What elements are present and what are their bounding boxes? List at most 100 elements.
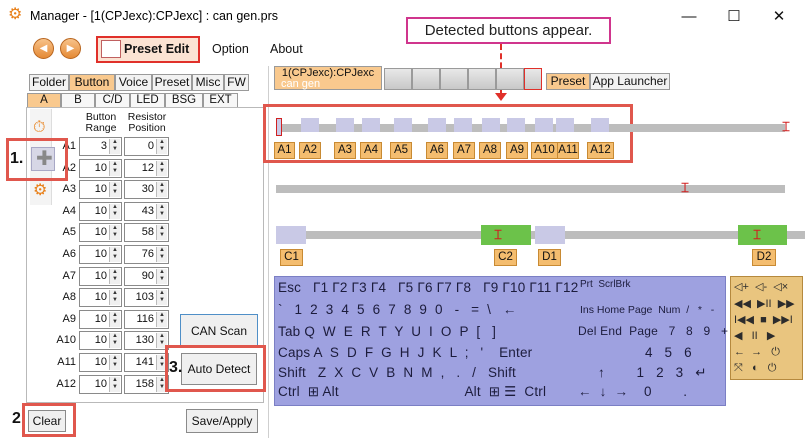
detected-label-a7[interactable]: A7: [453, 142, 475, 159]
subtab-cd[interactable]: C/D: [95, 93, 130, 108]
button-range-stepper[interactable]: 3 ▲ ▼: [79, 137, 122, 156]
detected-label-a5[interactable]: A5: [390, 142, 412, 159]
keyboard-row-bottom[interactable]: Ctrl ⊞ Alt Alt ⊞ ☰ Ctrl: [278, 384, 546, 400]
resistor-position-stepper[interactable]: 116 ▲ ▼: [124, 309, 169, 329]
button-range-stepper[interactable]: 10 ▲ ▼: [79, 331, 122, 351]
can-range-c2[interactable]: [481, 225, 531, 245]
detected-label-a4[interactable]: A4: [360, 142, 382, 159]
spin-arrows-icon[interactable]: ▲ ▼: [109, 139, 120, 154]
spin-arrows-icon[interactable]: ▲ ▼: [109, 355, 120, 370]
button-range-stepper[interactable]: 10 ▲ ▼: [79, 245, 122, 264]
media-row-volume[interactable]: ◁+ ◁- ◁×: [734, 280, 788, 293]
detected-mark-a4[interactable]: [362, 118, 380, 132]
spin-arrows-icon[interactable]: ▲ ▼: [109, 290, 120, 306]
close-button[interactable]: ✕: [764, 4, 794, 30]
tab-fw[interactable]: FW: [224, 74, 249, 91]
spin-arrows-icon[interactable]: ▲ ▼: [156, 247, 167, 262]
bar-b-marker[interactable]: ⌶: [680, 180, 690, 196]
keyboard-row-home-right[interactable]: 4 5 6: [645, 345, 692, 360]
resistor-position-stepper[interactable]: 58 ▲ ▼: [124, 223, 169, 243]
spin-arrows-icon[interactable]: ▲ ▼: [156, 268, 167, 284]
subtab-bsg[interactable]: BSG: [165, 93, 203, 108]
keyboard-row-qwerty-right[interactable]: Del End Page 7 8 9 +: [578, 324, 728, 338]
toolbar-btn-5[interactable]: [496, 68, 524, 90]
resistor-position-stepper[interactable]: 30 ▲ ▼: [124, 180, 169, 200]
save-apply-button[interactable]: Save/Apply: [186, 409, 258, 433]
media-row-seek[interactable]: ◀◀ ▶II ▶▶: [734, 297, 795, 310]
spin-arrows-icon[interactable]: ▲ ▼: [156, 311, 167, 327]
spin-arrows-icon[interactable]: ▲ ▼: [109, 268, 120, 284]
spin-arrows-icon[interactable]: ▲ ▼: [109, 333, 120, 349]
detected-mark-a10[interactable]: [535, 118, 553, 132]
subtab-a[interactable]: A: [27, 93, 61, 108]
tab-folder[interactable]: Folder: [29, 74, 69, 91]
spin-arrows-icon[interactable]: ▲ ▼: [156, 203, 167, 219]
detected-label-a10[interactable]: A10: [531, 142, 558, 159]
can-mark-c1[interactable]: [276, 226, 306, 244]
spin-arrows-icon[interactable]: ▲ ▼: [109, 225, 120, 241]
detected-mark-a12[interactable]: [591, 118, 609, 132]
button-range-stepper[interactable]: 10 ▲ ▼: [79, 288, 122, 308]
spin-arrows-icon[interactable]: ▲ ▼: [109, 247, 120, 262]
resistor-position-stepper[interactable]: 141 ▲ ▼: [124, 353, 169, 372]
toolbar-btn-4[interactable]: [468, 68, 496, 90]
tab-button[interactable]: Button: [69, 74, 115, 91]
tab-right-preset[interactable]: Preset: [546, 73, 590, 90]
label-c1[interactable]: C1: [280, 249, 303, 266]
minimize-button[interactable]: —: [674, 4, 704, 30]
button-range-stepper[interactable]: 10 ▲ ▼: [79, 223, 122, 243]
can-range-d2[interactable]: [738, 225, 787, 245]
detected-mark-a5[interactable]: [394, 118, 412, 132]
detected-mark-a8[interactable]: [482, 118, 500, 132]
keyboard-row-qwerty[interactable]: Tab Q W E R T Y U I O P [ ]: [278, 324, 496, 339]
c2-marker[interactable]: ⌶: [493, 227, 503, 243]
detected-mark-a7[interactable]: [454, 118, 472, 132]
menu-about[interactable]: About: [270, 42, 303, 56]
spin-arrows-icon[interactable]: ▲ ▼: [109, 376, 120, 392]
media-row-misc[interactable]: ⤧ ◐ ⏻: [734, 362, 776, 375]
keyboard-row-shift-right[interactable]: ↑ 1 2 3 ↵: [598, 365, 707, 381]
detected-label-a9[interactable]: A9: [506, 142, 528, 159]
tab-app-launcher[interactable]: App Launcher: [590, 73, 670, 90]
forward-button[interactable]: ▶: [60, 38, 81, 59]
detected-mark-a9[interactable]: [507, 118, 525, 132]
label-d2[interactable]: D2: [752, 249, 776, 266]
can-scan-button[interactable]: CAN Scan: [180, 314, 258, 348]
tab-voice[interactable]: Voice: [115, 74, 152, 91]
spin-arrows-icon[interactable]: ▲ ▼: [156, 160, 167, 176]
keyboard-row-number[interactable]: ` 1 2 3 4 5 6 7 8 9 0 - = \ ←: [278, 302, 517, 317]
button-range-stepper[interactable]: 10 ▲ ▼: [79, 180, 122, 200]
resistor-position-stepper[interactable]: 103 ▲ ▼: [124, 288, 169, 308]
spin-arrows-icon[interactable]: ▲ ▼: [109, 203, 120, 219]
spin-arrows-icon[interactable]: ▲ ▼: [109, 311, 120, 327]
detected-label-a3[interactable]: A3: [334, 142, 356, 159]
spin-arrows-icon[interactable]: ▲ ▼: [109, 160, 120, 176]
timer-gear-icon[interactable]: ⏱: [33, 119, 45, 137]
keyboard-row-number-right[interactable]: Ins Home Page Num / * -: [580, 305, 714, 316]
spin-arrows-icon[interactable]: ▲ ▼: [109, 182, 120, 198]
spin-arrows-icon[interactable]: ▲ ▼: [156, 139, 167, 154]
d2-marker[interactable]: ⌶: [752, 227, 762, 243]
toolbar-btn-6[interactable]: [524, 68, 542, 90]
keyboard-row-function[interactable]: Esc Γ1 Γ2 Γ3 Γ4 Γ5 Γ6 Γ7 Γ8 Γ9 Γ10 Γ11 Γ…: [278, 280, 578, 295]
detected-mark-a2[interactable]: [301, 118, 319, 132]
settings-gear-icon[interactable]: ⚙: [33, 180, 47, 200]
resistor-position-stepper[interactable]: 12 ▲ ▼: [124, 158, 169, 178]
resistor-position-stepper[interactable]: 130 ▲ ▼: [124, 331, 169, 351]
label-d1[interactable]: D1: [538, 249, 561, 266]
media-row-track[interactable]: I◀◀ ■ ▶▶I: [734, 313, 793, 326]
toolbar-btn-3[interactable]: [440, 68, 468, 90]
resistor-position-stepper[interactable]: 0 ▲ ▼: [124, 137, 169, 156]
spin-arrows-icon[interactable]: ▲ ▼: [156, 290, 167, 306]
media-row-nav[interactable]: ← → ⏻: [734, 346, 780, 359]
detected-label-a8[interactable]: A8: [479, 142, 501, 159]
tab-misc[interactable]: Misc: [192, 74, 224, 91]
subtab-led[interactable]: LED: [130, 93, 165, 108]
media-row-play[interactable]: ◀ II ▶: [734, 329, 775, 342]
keyboard-row-shift[interactable]: Shift Z X C V B N M , . / Shift: [278, 365, 516, 380]
detected-mark-a11[interactable]: [556, 118, 574, 132]
resistor-position-stepper[interactable]: 76 ▲ ▼: [124, 245, 169, 264]
button-range-stepper[interactable]: 10 ▲ ▼: [79, 353, 122, 372]
detected-label-a11[interactable]: A11: [557, 142, 579, 159]
button-range-stepper[interactable]: 10 ▲ ▼: [79, 309, 122, 329]
